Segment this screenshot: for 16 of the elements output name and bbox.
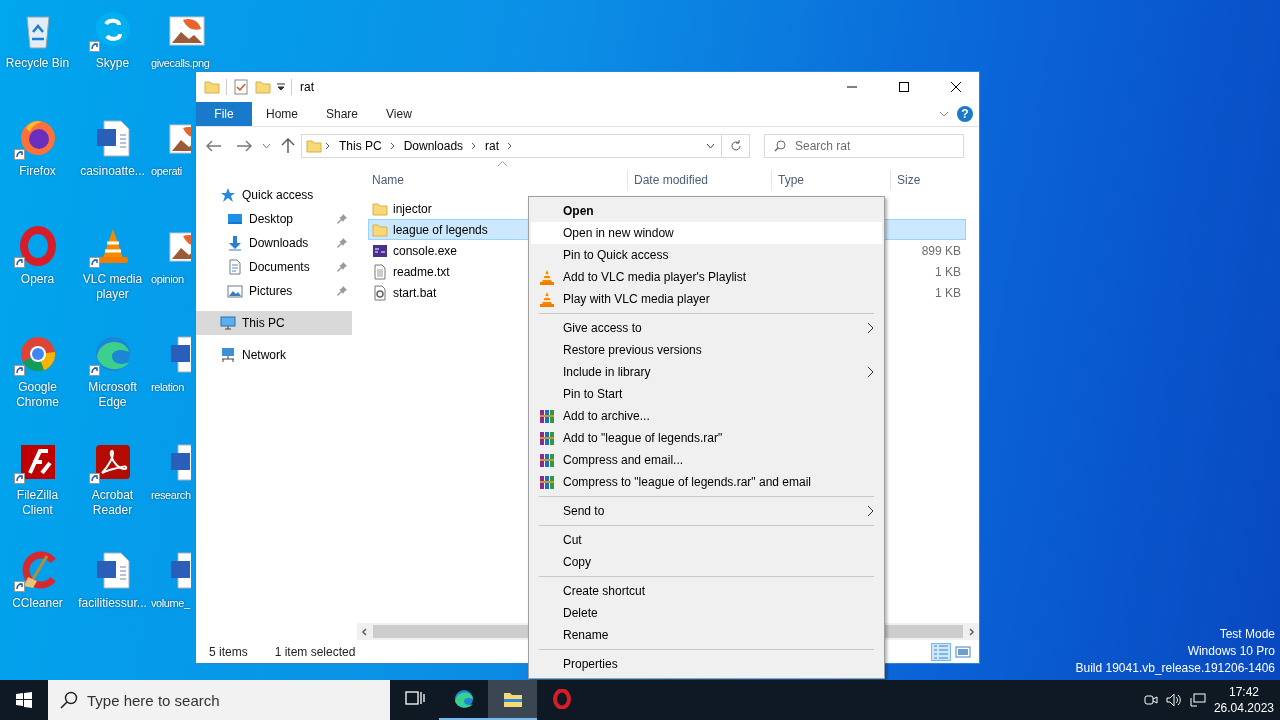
clock-date: 26.04.2023 [1213, 700, 1274, 716]
file-name: console.exe [393, 243, 458, 258]
clock-time: 17:42 [1228, 684, 1259, 700]
watermark-text: Test Mode [1218, 626, 1275, 643]
file-size: 1 KB [935, 285, 961, 300]
item-count: 5 items [209, 645, 248, 659]
watermark-text: Windows 10 Pro [1186, 643, 1275, 660]
file-name: start.bat [393, 285, 437, 300]
file-name: injector [393, 201, 432, 216]
file-name: league of legends [393, 222, 488, 237]
window-title: rat [300, 80, 314, 94]
file-size: 1 KB [935, 264, 961, 279]
selection-count: 1 item selected [274, 645, 356, 659]
file-size: 899 KB [921, 243, 961, 258]
watermark-text: Build 19041.vb_release.191206-1406 [1075, 660, 1275, 677]
file-name: readme.txt [393, 264, 450, 279]
